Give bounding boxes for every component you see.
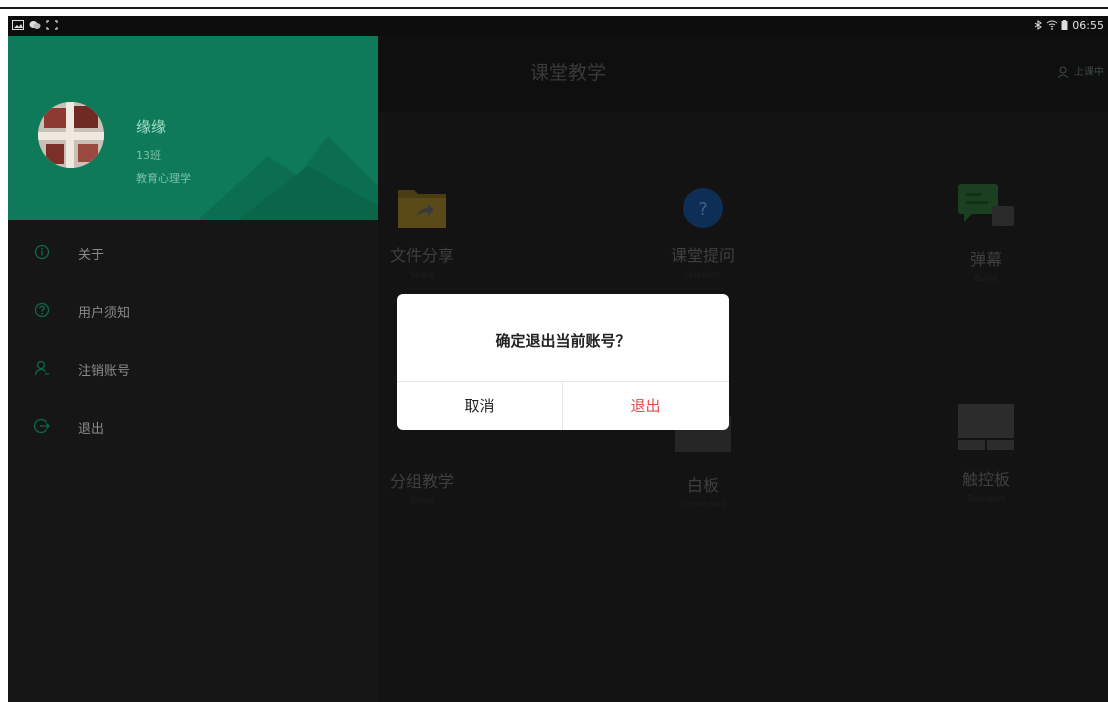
menu-item-about[interactable]: 关于 bbox=[8, 234, 378, 270]
logout-icon bbox=[34, 418, 50, 434]
class-status-label: 上课中 bbox=[1074, 67, 1104, 78]
confirm-logout-button[interactable]: 退出 bbox=[563, 382, 728, 430]
main-header: 课堂教学 上课中 bbox=[378, 36, 1108, 112]
status-time: 06:55 bbox=[1072, 19, 1104, 32]
user-course: 教育心理学 bbox=[136, 172, 191, 185]
tile-danmaku[interactable]: 弹幕 Bullet bbox=[866, 182, 1106, 283]
avatar[interactable] bbox=[38, 102, 104, 168]
tile-label: 弹幕 bbox=[969, 250, 1002, 269]
menu-item-cancel-account[interactable]: 注销账号 bbox=[8, 350, 378, 386]
battery-icon bbox=[1061, 20, 1068, 30]
page-title: 课堂教学 bbox=[529, 62, 606, 84]
wechat-notification-icon bbox=[29, 21, 41, 29]
menu-label: 注销账号 bbox=[78, 364, 131, 379]
info-icon bbox=[34, 244, 50, 260]
top-rule bbox=[0, 7, 1108, 9]
profile-header: 缘缘 13班 教育心理学 bbox=[8, 36, 378, 220]
tile-label: 白板 bbox=[686, 476, 719, 495]
tile-sublabel: Question bbox=[685, 270, 721, 279]
tile-sublabel: Whiteboard bbox=[679, 500, 727, 509]
menu-label: 退出 bbox=[78, 422, 105, 437]
menu-item-logout[interactable]: 退出 bbox=[8, 408, 378, 444]
dialog-message: 确定退出当前账号？ bbox=[495, 332, 631, 350]
device-screen: 06:55 课堂教学 上课中 文件分享 Share ? 课堂提问 Questio… bbox=[8, 16, 1108, 702]
logout-confirm-dialog: 确定退出当前账号？ 取消 退出 bbox=[397, 294, 729, 430]
image-notification-icon bbox=[12, 20, 24, 30]
user-name: 缘缘 bbox=[136, 118, 167, 136]
tile-sublabel: Touchpad bbox=[966, 494, 1006, 503]
menu-label: 关于 bbox=[78, 248, 105, 263]
tile-label: 课堂提问 bbox=[670, 246, 735, 265]
user-icon bbox=[34, 360, 49, 376]
status-bar: 06:55 bbox=[8, 16, 1108, 36]
menu-item-user-notice[interactable]: 用户须知 bbox=[8, 292, 378, 328]
tile-label: 触控板 bbox=[961, 470, 1010, 489]
question-glyph: ? bbox=[698, 199, 708, 220]
navigation-drawer: 缘缘 13班 教育心理学 关于 用户须知 注销账号 退出 bbox=[8, 36, 378, 702]
class-status[interactable]: 上课中 bbox=[1057, 63, 1104, 79]
touchpad-icon bbox=[958, 404, 1014, 450]
person-icon bbox=[1057, 66, 1069, 79]
tile-sublabel: Bullet bbox=[974, 274, 998, 283]
bluetooth-icon bbox=[1034, 20, 1042, 30]
chat-bubbles-icon bbox=[958, 184, 1014, 226]
tile-class-question[interactable]: ? 课堂提问 Question bbox=[583, 186, 823, 279]
screenshot-notification-icon bbox=[46, 20, 58, 30]
question-icon: ? bbox=[683, 188, 723, 228]
folder-share-icon bbox=[398, 190, 446, 228]
help-icon bbox=[34, 302, 50, 318]
menu-label: 用户须知 bbox=[78, 306, 131, 321]
avatar-image bbox=[38, 102, 104, 168]
tile-touchpad[interactable]: 触控板 Touchpad bbox=[866, 402, 1106, 503]
wifi-icon bbox=[1046, 20, 1058, 30]
user-class: 13班 bbox=[136, 149, 161, 162]
cancel-button[interactable]: 取消 bbox=[397, 382, 562, 430]
